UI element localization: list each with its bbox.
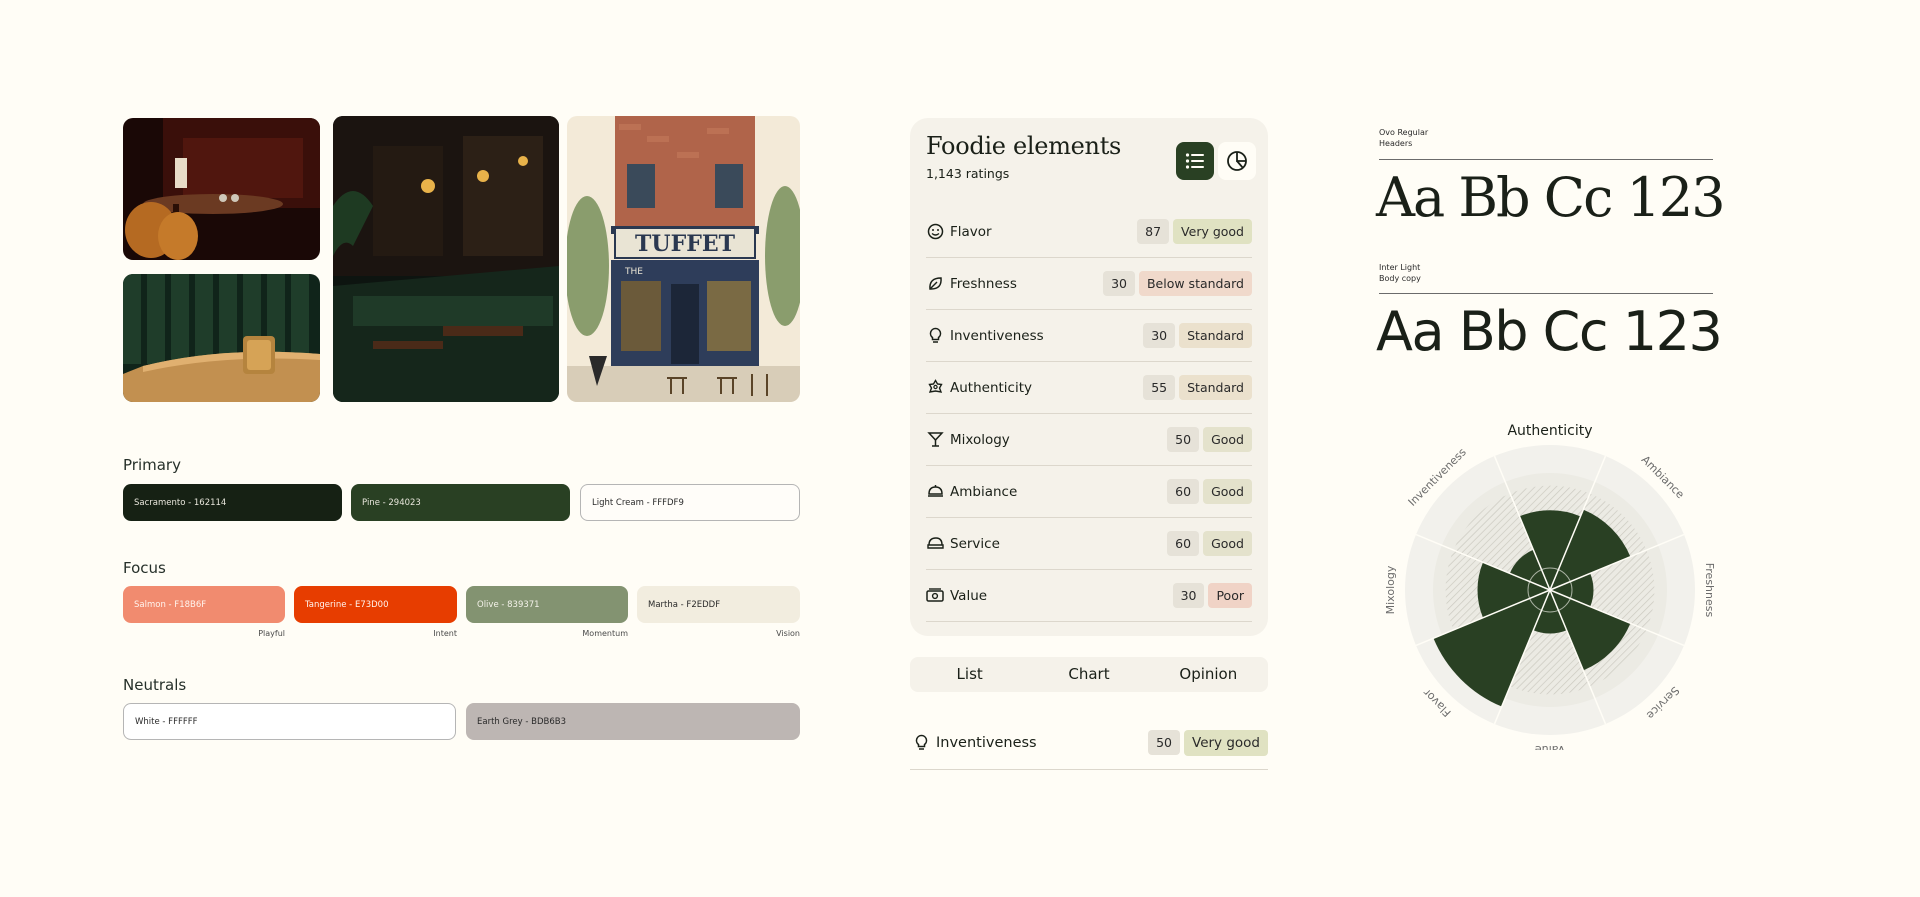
chart-axis-label: Authenticity xyxy=(1507,423,1592,439)
cash-icon xyxy=(926,587,944,605)
rating-badge: Standard xyxy=(1179,323,1252,348)
pie-chart-icon xyxy=(1227,151,1247,171)
rating-label: Flavor xyxy=(950,223,992,240)
swatch-white[interactable]: White - FFFFFF xyxy=(123,703,456,740)
rating-label: Inventiveness xyxy=(936,734,1037,751)
list-view-button[interactable] xyxy=(1176,142,1214,180)
swatch-pine[interactable]: Pine - 294023 xyxy=(351,484,570,521)
badge-star-icon xyxy=(926,379,944,397)
ratings-list: Flavor 87 Very good Freshness 30 Below s… xyxy=(926,206,1252,622)
rating-score: 30 xyxy=(1172,583,1205,608)
rating-score: 60 xyxy=(1167,479,1200,504)
rating-label: Ambiance xyxy=(950,483,1018,500)
serif-divider xyxy=(1379,159,1713,160)
sans-divider xyxy=(1379,293,1713,294)
rating-label: Inventiveness xyxy=(950,327,1044,344)
rating-score: 60 xyxy=(1167,531,1200,556)
sans-font-meta: Inter Light Body copy xyxy=(1379,262,1421,284)
rating-score: 30 xyxy=(1143,323,1176,348)
chart-axis-label: Value xyxy=(1535,743,1565,750)
rating-row-mixology[interactable]: Mixology 50 Good xyxy=(926,414,1252,466)
bar-interior-photo xyxy=(333,116,559,402)
storefront-sign: TUFFET xyxy=(635,231,736,257)
swatch-tangerine[interactable]: Tangerine - E73D00 xyxy=(294,586,457,623)
green-booth-photo xyxy=(123,274,320,402)
chart-view-button[interactable] xyxy=(1218,142,1256,180)
serif-font-name: Ovo Regular xyxy=(1379,128,1429,137)
view-tabs: List Chart Opinion xyxy=(910,657,1268,692)
rating-label: Authenticity xyxy=(950,379,1033,396)
swatch-note-playful: Playful xyxy=(258,629,285,638)
rating-badge: Very good xyxy=(1184,729,1268,756)
rating-badge: Poor xyxy=(1208,583,1252,608)
storefront-illustration: TUFFET THE xyxy=(567,116,800,402)
tab-chart[interactable]: Chart xyxy=(1029,657,1148,692)
smile-icon xyxy=(926,223,944,241)
rating-badge: Good xyxy=(1203,479,1252,504)
tab-list[interactable]: List xyxy=(910,657,1029,692)
rating-row-ambiance[interactable]: Ambiance 60 Good xyxy=(926,466,1252,518)
lightbulb-icon xyxy=(912,734,930,752)
rating-score: 50 xyxy=(1167,427,1200,452)
chart-axis-label: Mixology xyxy=(1384,565,1397,614)
swatch-light-cream[interactable]: Light Cream - FFFDF9 xyxy=(580,484,800,521)
rating-label: Freshness xyxy=(950,275,1017,292)
palette-neutrals-title: Neutrals xyxy=(123,676,187,694)
list-icon xyxy=(1185,153,1204,169)
serif-font-meta: Ovo Regular Headers xyxy=(1379,127,1428,149)
rating-badge: Good xyxy=(1203,427,1252,452)
service-icon xyxy=(926,535,944,553)
rating-score: 30 xyxy=(1103,271,1135,296)
lightbulb-icon xyxy=(926,327,944,345)
card-title: Foodie elements xyxy=(926,132,1122,160)
rating-score: 50 xyxy=(1148,730,1181,755)
tab-opinion[interactable]: Opinion xyxy=(1149,657,1268,692)
rating-row-freshness[interactable]: Freshness 30 Below standard xyxy=(926,258,1252,310)
swatch-note-intent: Intent xyxy=(433,629,457,638)
swatch-olive[interactable]: Olive - 839371 xyxy=(466,586,628,623)
sans-font-use: Body copy xyxy=(1379,274,1421,283)
storefront-sign-small: THE xyxy=(624,267,643,277)
swatch-note-vision: Vision xyxy=(776,629,800,638)
swatch-note-momentum: Momentum xyxy=(582,629,628,638)
rating-label: Value xyxy=(950,587,988,604)
sans-sample: Aa Bb Cc 123 xyxy=(1376,300,1723,363)
palette-primary-title: Primary xyxy=(123,456,181,474)
leaf-icon xyxy=(926,275,944,293)
serif-sample: Aa Bb Cc 123 xyxy=(1376,166,1726,229)
rating-row-value[interactable]: Value 30 Poor xyxy=(926,570,1252,622)
swatch-salmon[interactable]: Salmon - F18B6F xyxy=(123,586,285,623)
ratings-count: 1,143 ratings xyxy=(926,166,1010,181)
swatch-earth-grey[interactable]: Earth Grey - BDB6B3 xyxy=(466,703,800,740)
rating-row-inventiveness[interactable]: Inventiveness 30 Standard xyxy=(926,310,1252,362)
cloche-icon xyxy=(926,483,944,501)
rating-score: 87 xyxy=(1137,219,1170,244)
rating-row-flavor[interactable]: Flavor 87 Very good xyxy=(926,206,1252,258)
dining-room-photo xyxy=(123,118,320,260)
rating-polar-chart: AuthenticityAmbianceFreshnessServiceValu… xyxy=(1384,423,1716,750)
chart-axis-label: Freshness xyxy=(1703,563,1716,618)
rating-label: Mixology xyxy=(950,431,1010,448)
rating-score: 55 xyxy=(1143,375,1176,400)
swatch-sacramento[interactable]: Sacramento - 162114 xyxy=(123,484,342,521)
rating-label: Service xyxy=(950,535,1000,552)
rating-badge: Below standard xyxy=(1138,271,1252,296)
rating-badge: Good xyxy=(1203,531,1252,556)
rating-badge: Standard xyxy=(1179,375,1252,400)
palette-focus-title: Focus xyxy=(123,559,166,577)
rating-row-service[interactable]: Service 60 Good xyxy=(926,518,1252,570)
swatch-martha[interactable]: Martha - F2EDDF xyxy=(637,586,800,623)
sans-font-name: Inter Light xyxy=(1379,263,1421,272)
rating-row-authenticity[interactable]: Authenticity 55 Standard xyxy=(926,362,1252,414)
cocktail-icon xyxy=(926,431,944,449)
ratings-card: Foodie elements 1,143 ratings Flavor 87 … xyxy=(910,118,1268,636)
rating-badge: Very good xyxy=(1173,219,1252,244)
serif-font-use: Headers xyxy=(1379,139,1413,148)
rating-row-single[interactable]: Inventiveness 50 Very good xyxy=(910,716,1268,770)
